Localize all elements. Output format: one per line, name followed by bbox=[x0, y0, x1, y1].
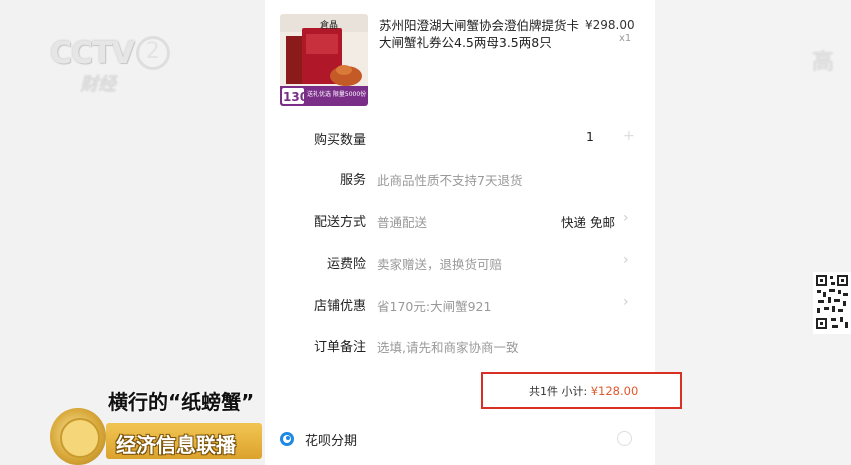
delivery-method[interactable]: 快递 免邮 bbox=[561, 212, 615, 231]
delivery-label: 配送方式 bbox=[313, 215, 366, 230]
program-banner: 经济信息联播 bbox=[106, 423, 262, 459]
huabei-radio[interactable] bbox=[617, 431, 632, 446]
delivery-chevron-icon[interactable]: › bbox=[623, 210, 629, 226]
hd-mark: 高 bbox=[812, 50, 835, 75]
cctv-channel-logo: CCTV 2 财经 bbox=[50, 36, 175, 98]
product-image[interactable]: 130 送礼优选 限量5000份 倉晶 bbox=[280, 14, 368, 106]
shipping-insurance-label: 运费险 bbox=[326, 257, 366, 272]
product-price: ¥298.00 bbox=[585, 18, 635, 32]
qr-code bbox=[813, 272, 851, 334]
image-badge-text: 130 bbox=[283, 90, 308, 104]
shop-discount-value[interactable]: 省170元:大闸蟹921 bbox=[377, 296, 491, 315]
service-value: 此商品性质不支持7天退货 bbox=[377, 173, 523, 188]
channel-sub: 财经 bbox=[80, 74, 116, 95]
shop-discount-chevron-icon[interactable]: › bbox=[623, 294, 629, 310]
qty-increase-icon[interactable]: + bbox=[623, 128, 635, 144]
shipping-insurance-value: 卖家赠送，退换货可赔 bbox=[377, 257, 503, 272]
shipping-insurance-chevron-icon[interactable]: › bbox=[623, 252, 629, 268]
shop-discount-label: 店铺优惠 bbox=[313, 299, 366, 314]
subtotal-text: 共1件 小计: ¥128.00 bbox=[529, 383, 638, 399]
program-name: 经济信息联播 bbox=[116, 433, 236, 457]
subtotal-box: 共1件 小计: ¥128.00 bbox=[481, 372, 682, 409]
subtotal-label: 小计: bbox=[561, 385, 588, 398]
news-tagline: 横行的“纸螃蟹” bbox=[108, 390, 255, 414]
channel-number: 2 bbox=[135, 36, 170, 70]
qty-label: 购买数量 bbox=[313, 133, 366, 148]
order-note-label: 订单备注 bbox=[313, 340, 366, 355]
program-emblem bbox=[50, 408, 106, 465]
product-quantity: x1 bbox=[619, 33, 632, 44]
qty-value[interactable]: 1 bbox=[586, 129, 594, 144]
huabei-icon bbox=[279, 431, 295, 447]
delivery-value: 普通配送 bbox=[377, 215, 428, 230]
product-title[interactable]: 苏州阳澄湖大闸蟹协会澄伯牌提货卡大闸蟹礼券公4.5两母3.5两8只 bbox=[379, 17, 579, 51]
order-note-input[interactable]: 选填,请先和商家协商一致 bbox=[377, 337, 518, 356]
image-label-text: 倉晶 bbox=[320, 19, 338, 31]
channel-logo-text: CCTV bbox=[50, 36, 135, 71]
subtotal-amount: ¥128.00 bbox=[590, 384, 639, 398]
subtotal-count: 共1件 bbox=[529, 385, 558, 398]
huabei-label[interactable]: 花呗分期 bbox=[305, 430, 357, 449]
image-caption-text: 送礼优选 限量5000份 bbox=[307, 90, 366, 98]
service-label: 服务 bbox=[339, 173, 366, 188]
